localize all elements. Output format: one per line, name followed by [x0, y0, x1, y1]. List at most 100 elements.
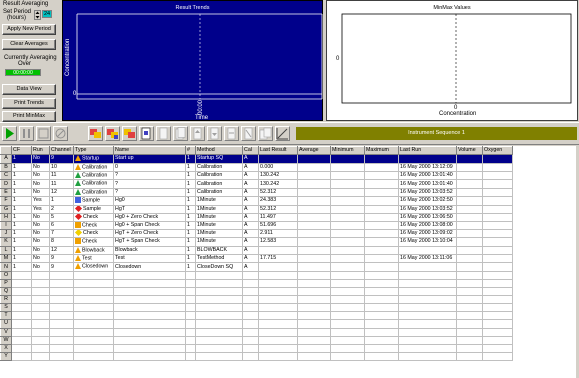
table-row[interactable]: A 1 No 9 Startup Start up 1 Startup SQ A [0, 154, 513, 164]
last-result-cell[interactable] [258, 295, 298, 305]
cal-cell[interactable]: A [242, 212, 259, 222]
volume-cell[interactable] [456, 187, 483, 198]
channel-cell[interactable]: 11 [49, 179, 74, 189]
maximum-cell[interactable] [364, 196, 399, 206]
last-run-cell[interactable]: 16 May 2000 13:11:06 [398, 254, 457, 264]
name-cell[interactable]: ? [113, 187, 186, 198]
number-cell[interactable]: 1 [185, 237, 196, 247]
table-row[interactable]: F 1 Yes 1 Sample Hg0 1 1Minute A 24.383 16 May 200… [0, 196, 513, 206]
average-cell[interactable] [297, 335, 331, 345]
cal-cell[interactable]: A [242, 179, 259, 189]
number-cell[interactable]: 1 [185, 254, 196, 264]
average-cell[interactable] [297, 295, 331, 305]
volume-cell[interactable] [456, 229, 483, 239]
last-result-cell[interactable]: 130.242 [258, 170, 298, 181]
number-cell[interactable] [185, 287, 196, 297]
method-cell[interactable]: Calibration [195, 179, 243, 189]
channel-cell[interactable] [49, 278, 74, 289]
row-header[interactable]: V [0, 327, 12, 337]
run-cell[interactable]: No [31, 237, 50, 247]
stop-button[interactable] [36, 126, 51, 141]
page-button-2[interactable] [173, 126, 188, 141]
name-cell[interactable] [113, 311, 186, 321]
name-cell[interactable]: Hg0 + Span Check [113, 220, 186, 231]
oxygen-cell[interactable] [482, 220, 513, 231]
maximum-cell[interactable] [364, 278, 399, 289]
method-cell[interactable] [195, 343, 243, 353]
oxygen-cell[interactable] [482, 270, 513, 280]
table-row[interactable]: X [0, 343, 513, 353]
last-result-cell[interactable]: 11.497 [258, 212, 298, 222]
type-cell[interactable]: Sample [73, 196, 114, 206]
channel-cell[interactable]: 9 [49, 154, 74, 164]
row-header[interactable]: Q [0, 287, 12, 297]
maximum-cell[interactable] [364, 343, 399, 353]
minimum-cell[interactable] [330, 229, 365, 239]
type-cell[interactable] [73, 303, 114, 313]
cal-cell[interactable] [242, 335, 259, 345]
minimum-cell[interactable] [330, 154, 365, 164]
minimum-cell[interactable] [330, 170, 365, 181]
average-cell[interactable] [297, 311, 331, 321]
average-cell[interactable] [297, 245, 331, 256]
last-run-cell[interactable] [398, 245, 457, 256]
page-button-4[interactable] [207, 126, 222, 141]
row-header[interactable]: R [0, 295, 12, 305]
channel-cell[interactable]: 10 [49, 162, 74, 172]
last-run-cell[interactable]: 16 May 2000 13:03:52 [398, 187, 457, 198]
volume-cell[interactable] [456, 343, 483, 353]
cf-cell[interactable]: 1 [11, 262, 32, 272]
method-cell[interactable] [195, 303, 243, 313]
name-cell[interactable] [113, 351, 186, 361]
average-cell[interactable] [297, 229, 331, 239]
last-result-cell[interactable]: 52.312 [258, 187, 298, 198]
method-cell[interactable]: 1Minute [195, 196, 243, 206]
row-header[interactable]: B [0, 162, 12, 172]
cf-cell[interactable]: 1 [11, 187, 32, 198]
number-cell[interactable]: 1 [185, 170, 196, 181]
last-result-cell[interactable]: 130.242 [258, 179, 298, 189]
maximum-cell[interactable] [364, 254, 399, 264]
run-cell[interactable] [31, 270, 50, 280]
volume-cell[interactable] [456, 204, 483, 214]
oxygen-cell[interactable] [482, 162, 513, 172]
maximum-cell[interactable] [364, 187, 399, 198]
last-result-cell[interactable] [258, 327, 298, 337]
volume-cell[interactable] [456, 311, 483, 321]
last-run-cell[interactable] [398, 295, 457, 305]
method-cell[interactable] [195, 278, 243, 289]
name-cell[interactable]: ? [113, 179, 186, 189]
method-cell[interactable] [195, 351, 243, 361]
cal-cell[interactable]: A [242, 154, 259, 164]
last-result-cell[interactable] [258, 245, 298, 256]
minimum-cell[interactable] [330, 262, 365, 272]
minimum-cell[interactable] [330, 179, 365, 189]
cal-cell[interactable]: A [242, 220, 259, 231]
table-row[interactable]: N 1 No 9 Closedown Closedown 1 CloseDown SQ A [0, 262, 513, 272]
last-result-cell[interactable] [258, 278, 298, 289]
average-cell[interactable] [297, 278, 331, 289]
channel-cell[interactable] [49, 351, 74, 361]
cal-cell[interactable]: A [242, 262, 259, 272]
table-row[interactable]: M 1 No 9 Test Test 1 TestMethod A 17.715 16 May 20… [0, 254, 513, 264]
table-row[interactable]: C 1 No 11 Calibration? 1 Calibration A 130.242 16… [0, 170, 513, 181]
channel-cell[interactable] [49, 311, 74, 321]
minimum-cell[interactable] [330, 245, 365, 256]
volume-cell[interactable] [456, 319, 483, 329]
number-cell[interactable]: 1 [185, 187, 196, 198]
name-cell[interactable]: ? [113, 170, 186, 181]
oxygen-cell[interactable] [482, 179, 513, 189]
type-cell[interactable]: Calibration [73, 187, 114, 198]
cal-cell[interactable] [242, 295, 259, 305]
run-cell[interactable] [31, 335, 50, 345]
clear-averages-button[interactable]: Clear Averages [2, 39, 56, 50]
channel-cell[interactable] [49, 319, 74, 329]
run-cell[interactable] [31, 327, 50, 337]
last-result-cell[interactable] [258, 154, 298, 164]
minimum-cell[interactable] [330, 220, 365, 231]
volume-cell[interactable] [456, 262, 483, 272]
cal-cell[interactable]: A [242, 229, 259, 239]
name-cell[interactable] [113, 319, 186, 329]
last-result-cell[interactable]: 12.583 [258, 237, 298, 247]
run-cell[interactable]: No [31, 179, 50, 189]
